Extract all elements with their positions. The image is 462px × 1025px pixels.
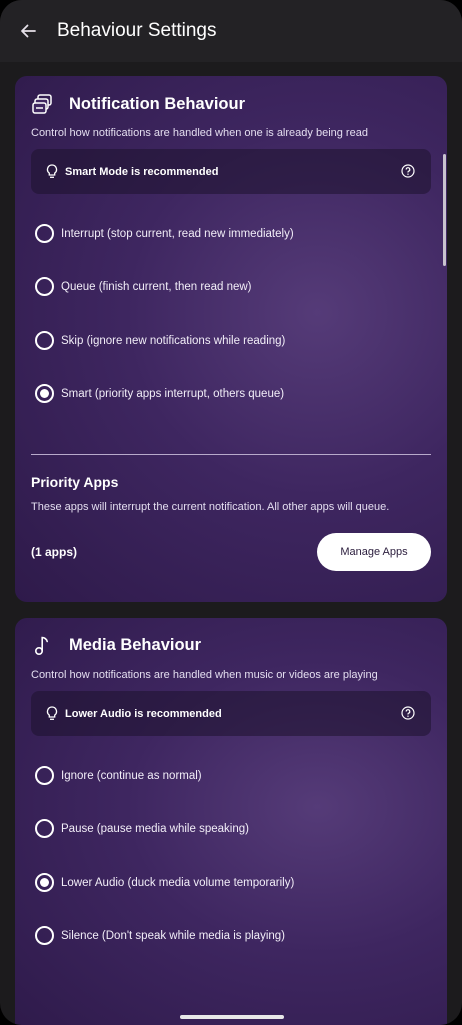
- option-pause[interactable]: Pause (pause media while speaking): [35, 819, 249, 838]
- gesture-nav-handle[interactable]: [180, 1015, 284, 1019]
- divider: [31, 454, 431, 455]
- option-label: Smart (priority apps interrupt, others q…: [61, 387, 285, 400]
- music-note-icon: [31, 633, 55, 657]
- radio-button-selected[interactable]: [35, 384, 54, 403]
- option-label: Pause (pause media while speaking): [61, 822, 249, 835]
- radio-button[interactable]: [35, 766, 54, 785]
- media-card-description: Control how notifications are handled wh…: [31, 669, 378, 681]
- lightbulb-icon: [45, 706, 59, 722]
- radio-button[interactable]: [35, 819, 54, 838]
- option-label: Ignore (continue as normal): [61, 769, 202, 782]
- radio-button[interactable]: [35, 224, 54, 243]
- option-label: Lower Audio (duck media volume temporari…: [61, 876, 295, 889]
- lower-audio-tip: Lower Audio is recommended: [31, 691, 431, 736]
- media-behaviour-card: Media Behaviour Control how notification…: [15, 618, 447, 1025]
- smart-mode-tip: Smart Mode is recommended: [31, 149, 431, 194]
- notification-card-description: Control how notifications are handled wh…: [31, 127, 368, 139]
- manage-apps-button[interactable]: Manage Apps: [317, 533, 431, 571]
- page-title: Behaviour Settings: [57, 20, 217, 41]
- option-smart[interactable]: Smart (priority apps interrupt, others q…: [35, 384, 284, 403]
- phone-screen: Behaviour Settings Notification Behaviou…: [0, 0, 462, 1025]
- priority-apps-title: Priority Apps: [31, 474, 119, 490]
- notification-behaviour-card: Notification Behaviour Control how notif…: [15, 76, 447, 602]
- option-label: Queue (finish current, then read new): [61, 280, 252, 293]
- app-bar: Behaviour Settings: [0, 0, 462, 62]
- option-label: Interrupt (stop current, read new immedi…: [61, 227, 294, 240]
- option-skip[interactable]: Skip (ignore new notifications while rea…: [35, 331, 285, 350]
- option-label: Silence (Don't speak while media is play…: [61, 929, 285, 942]
- back-arrow-icon[interactable]: [15, 18, 41, 44]
- radio-button[interactable]: [35, 926, 54, 945]
- radio-button-selected[interactable]: [35, 873, 54, 892]
- tip-text: Lower Audio is recommended: [65, 707, 222, 720]
- media-card-header: Media Behaviour: [31, 633, 201, 657]
- help-icon[interactable]: [401, 706, 415, 720]
- settings-list[interactable]: Notification Behaviour Control how notif…: [0, 62, 462, 1025]
- option-ignore[interactable]: Ignore (continue as normal): [35, 766, 202, 785]
- option-queue[interactable]: Queue (finish current, then read new): [35, 277, 252, 296]
- lightbulb-icon: [45, 164, 59, 180]
- stacked-notifications-icon: [31, 92, 55, 116]
- option-label: Skip (ignore new notifications while rea…: [61, 334, 286, 347]
- option-interrupt[interactable]: Interrupt (stop current, read new immedi…: [35, 224, 294, 243]
- scrollbar[interactable]: [443, 154, 446, 266]
- option-lower-audio[interactable]: Lower Audio (duck media volume temporari…: [35, 873, 294, 892]
- media-card-title: Media Behaviour: [69, 635, 202, 654]
- priority-apps-count: (1 apps): [31, 545, 78, 559]
- radio-button[interactable]: [35, 331, 54, 350]
- radio-button[interactable]: [35, 277, 54, 296]
- notification-card-title: Notification Behaviour: [69, 94, 246, 113]
- notification-card-header: Notification Behaviour: [31, 92, 245, 116]
- tip-text: Smart Mode is recommended: [65, 165, 219, 178]
- priority-apps-description: These apps will interrupt the current no…: [31, 501, 390, 513]
- option-silence[interactable]: Silence (Don't speak while media is play…: [35, 926, 285, 945]
- help-icon[interactable]: [401, 164, 415, 178]
